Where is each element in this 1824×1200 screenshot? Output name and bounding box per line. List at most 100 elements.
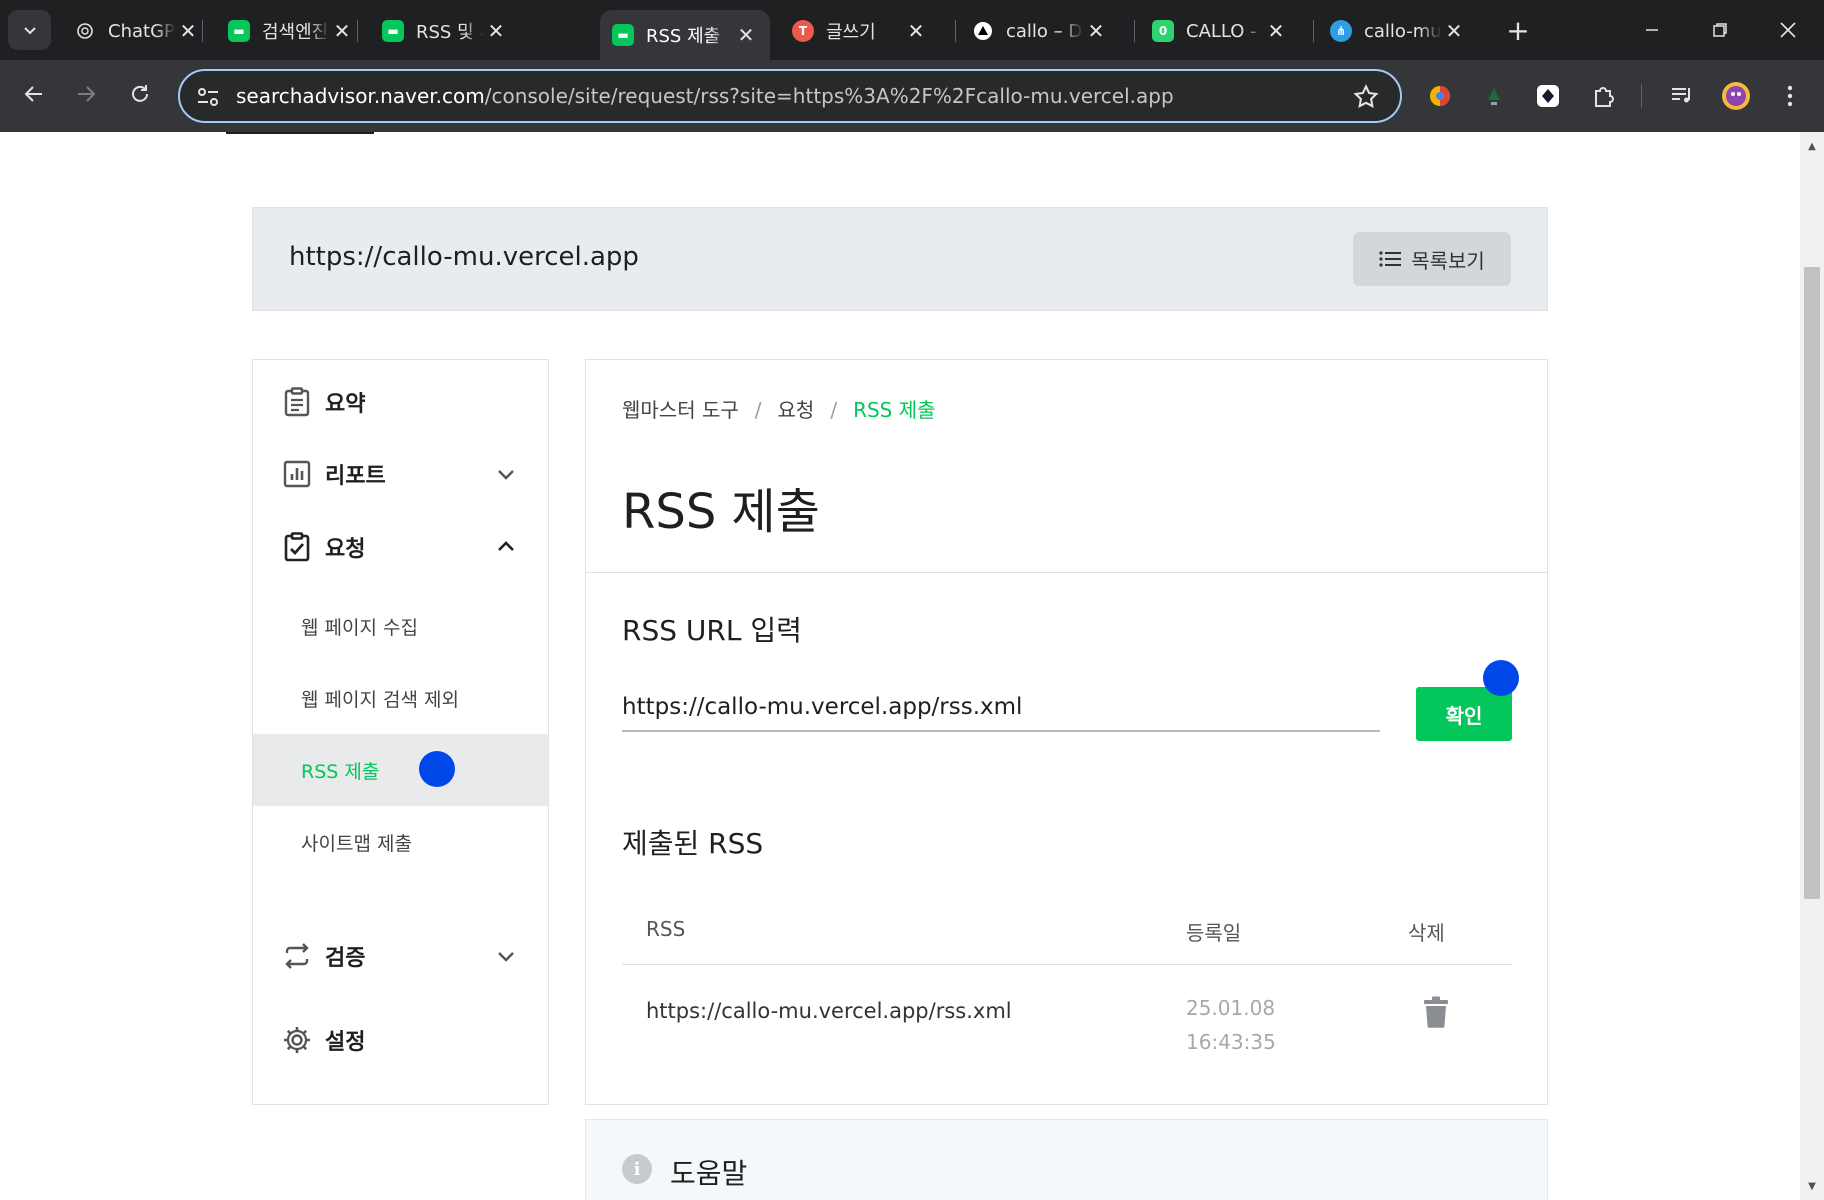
help-panel: i 도움말 — [585, 1119, 1548, 1200]
minimize-button[interactable] — [1622, 10, 1682, 50]
info-icon: i — [622, 1154, 652, 1184]
close-window-button[interactable] — [1758, 10, 1818, 50]
table-divider — [622, 964, 1512, 965]
submenu-rss-submit[interactable]: RSS 제출 — [253, 734, 548, 806]
tab-title: 글쓰기 — [826, 22, 876, 43]
top-nav-underline — [226, 132, 374, 134]
breadcrumb: 웹마스터 도구 / 요청 / RSS 제출 — [622, 394, 936, 423]
column-header-rss: RSS — [646, 917, 686, 941]
tab-separator — [357, 20, 358, 42]
scrollbar-thumb[interactable] — [1804, 267, 1820, 899]
gear-icon — [281, 1024, 313, 1056]
arrow-right-icon — [78, 86, 96, 102]
tab-search-button[interactable] — [8, 10, 51, 50]
sidebar-label: 검증 — [325, 946, 366, 971]
site-header-bar: https://callo-mu.vercel.app 목록보기 — [252, 207, 1548, 311]
sidebar-label: 설정 — [325, 1030, 366, 1055]
dev-extension-icon[interactable] — [1530, 78, 1566, 114]
sidebar-item-summary[interactable]: 요약 — [253, 372, 548, 432]
trash-icon[interactable] — [1422, 996, 1450, 1028]
sidebar-item-request[interactable]: 요청 — [253, 517, 548, 577]
sidebar-item-verify[interactable]: 검증 — [253, 926, 548, 986]
close-icon[interactable]: ✕ — [176, 19, 200, 43]
clipboard-check-icon — [281, 531, 313, 563]
media-queue-icon[interactable] — [1664, 78, 1700, 114]
close-icon[interactable]: ✕ — [904, 19, 928, 43]
rss-url-input[interactable] — [622, 684, 1380, 732]
submenu-sitemap-submit[interactable]: 사이트맵 제출 — [253, 806, 548, 878]
naver-searchadvisor-icon: ▬ — [228, 20, 250, 42]
close-icon[interactable]: ✕ — [330, 19, 354, 43]
minimize-icon — [1646, 29, 1658, 31]
tab-title: 검색엔진 — [262, 22, 329, 43]
browser-tab-search-engine[interactable]: ▬ 검색엔진 ✕ — [216, 10, 366, 52]
click-indicator — [419, 751, 455, 787]
close-icon[interactable]: ✕ — [1264, 19, 1288, 43]
url-host: searchadvisor.naver.com — [236, 84, 485, 108]
tab-separator — [1313, 20, 1314, 42]
close-icon[interactable]: ✕ — [1084, 19, 1108, 43]
tab-separator — [202, 20, 203, 42]
browser-tab-rss-submit[interactable]: ▬ RSS 제출 ✕ — [600, 10, 770, 60]
list-icon — [1379, 251, 1402, 267]
extensions-puzzle-icon[interactable] — [1586, 78, 1622, 114]
bar-chart-icon — [281, 458, 313, 490]
toolbar-separator — [1641, 84, 1642, 108]
sidebar: 요약 리포트 요청 웹 페이지 수집 웹 페이지 검색 제외 RSS 제출 사이… — [252, 359, 549, 1105]
tab-title: callo – D — [1006, 20, 1083, 42]
back-button[interactable] — [14, 74, 54, 114]
site-info-icon[interactable] — [194, 84, 222, 110]
browser-tab-chatgpt[interactable]: ChatGPT ✕ — [62, 10, 212, 52]
page-scrollbar[interactable]: ▲ ▼ — [1800, 132, 1824, 1200]
chevron-up-icon — [498, 541, 514, 551]
list-view-button[interactable]: 목록보기 — [1353, 232, 1511, 286]
scroll-up-icon[interactable]: ▲ — [1800, 136, 1824, 156]
url-text[interactable]: searchadvisor.naver.com/console/site/req… — [236, 84, 1174, 108]
submenu-web-page-exclude[interactable]: 웹 페이지 검색 제외 — [253, 662, 548, 734]
close-icon[interactable]: ✕ — [484, 19, 508, 43]
browser-tab-rss-info[interactable]: ▬ RSS 및 사 ✕ — [370, 10, 520, 52]
clipboard-icon — [281, 386, 313, 418]
sidebar-item-settings[interactable]: 설정 — [253, 1010, 548, 1070]
sidebar-label: 요청 — [325, 537, 366, 562]
restore-icon — [1713, 23, 1727, 37]
browser-tab-write[interactable]: T 글쓰기 ✕ — [780, 10, 940, 52]
site-url: https://callo-mu.vercel.app — [289, 242, 639, 272]
arrow-extension-icon[interactable] — [1476, 78, 1512, 114]
browser-toolbar: searchadvisor.naver.com/console/site/req… — [0, 60, 1824, 132]
submenu-web-page-collect[interactable]: 웹 페이지 수집 — [253, 590, 548, 662]
new-tab-button[interactable]: + — [1502, 14, 1534, 47]
restore-button[interactable] — [1690, 10, 1750, 50]
browser-tab-vercel[interactable]: callo – D ✕ — [960, 10, 1120, 52]
profile-avatar[interactable] — [1718, 78, 1754, 114]
bookmark-star-icon[interactable] — [1352, 83, 1380, 111]
tab-title: RSS 제출 — [646, 26, 721, 47]
address-bar[interactable]: searchadvisor.naver.com/console/site/req… — [178, 69, 1402, 123]
close-icon — [1780, 22, 1796, 38]
scroll-down-icon[interactable]: ▼ — [1800, 1176, 1824, 1196]
breadcrumb-separator: / — [754, 398, 762, 422]
rss-row-url: https://callo-mu.vercel.app/rss.xml — [646, 999, 1012, 1023]
sidebar-item-report[interactable]: 리포트 — [253, 444, 548, 504]
close-icon[interactable]: ✕ — [734, 23, 758, 47]
breadcrumb-request[interactable]: 요청 — [778, 398, 815, 422]
reload-button[interactable] — [120, 74, 160, 114]
sidebar-label: 리포트 — [325, 464, 386, 489]
naver-searchadvisor-icon: ▬ — [612, 24, 634, 46]
tab-title: CALLO - — [1186, 20, 1257, 42]
list-view-label: 목록보기 — [1411, 248, 1485, 273]
browser-tab-callo[interactable]: 0 CALLO - ✕ — [1140, 10, 1300, 52]
color-picker-extension-icon[interactable] — [1422, 78, 1458, 114]
page-content: https://callo-mu.vercel.app 목록보기 요약 리포트 … — [0, 132, 1800, 1200]
close-icon[interactable]: ✕ — [1442, 19, 1466, 43]
browser-tab-callo-sitemap[interactable]: ⋔ callo-mu ✕ — [1318, 10, 1478, 52]
rss-row-date: 25.01.08 16:43:35 — [1186, 996, 1276, 1054]
naver-searchadvisor-icon: ▬ — [382, 20, 404, 42]
help-title: 도움말 — [670, 1157, 748, 1190]
breadcrumb-current: RSS 제출 — [853, 398, 936, 422]
tab-separator — [1134, 20, 1135, 42]
breadcrumb-webmaster-tools[interactable]: 웹마스터 도구 — [622, 398, 739, 422]
chatgpt-icon — [74, 20, 96, 42]
browser-menu-icon[interactable] — [1772, 78, 1808, 114]
forward-button[interactable] — [66, 74, 106, 114]
